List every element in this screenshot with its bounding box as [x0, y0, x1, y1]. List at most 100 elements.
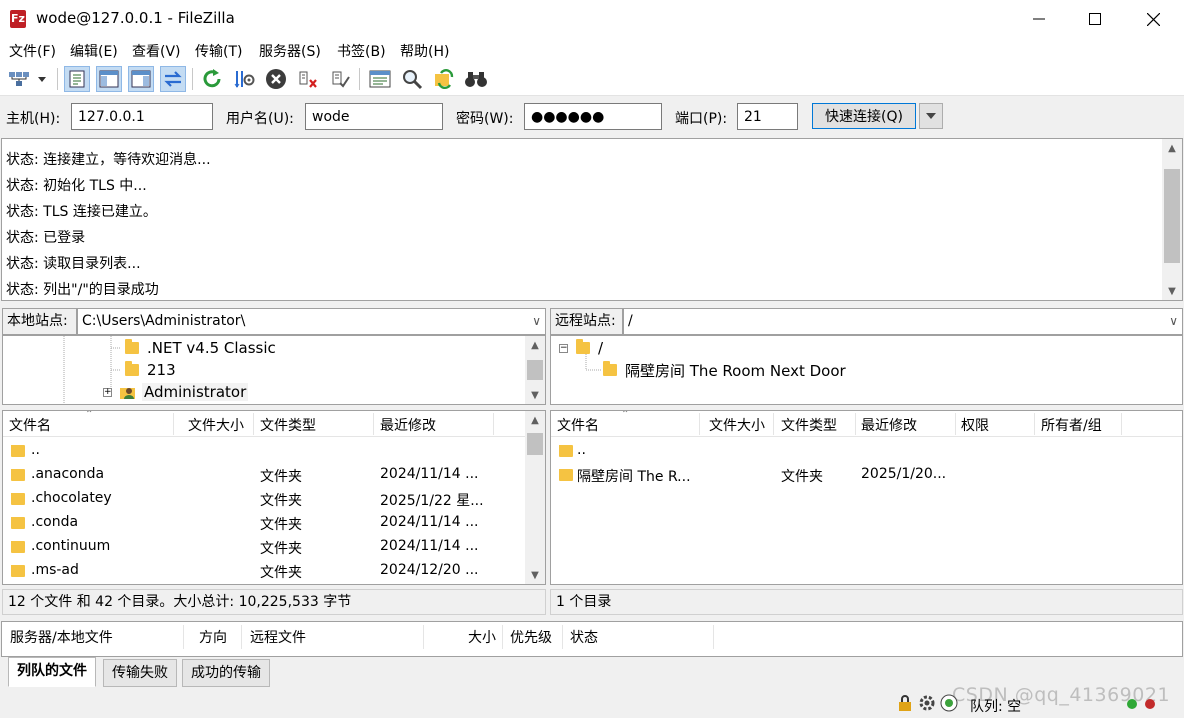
- tree-item-root[interactable]: − /: [559, 338, 603, 358]
- menu-transfer[interactable]: 传输(T): [195, 41, 242, 61]
- tab-failed-transfers[interactable]: 传输失败: [103, 659, 177, 687]
- quickconnect-button[interactable]: 快速连接(Q): [812, 103, 916, 129]
- queue-column-local-file[interactable]: 服务器/本地文件: [10, 627, 113, 647]
- expand-icon[interactable]: +: [103, 387, 112, 397]
- scroll-up-icon[interactable]: ▲: [525, 336, 545, 354]
- chevron-down-icon[interactable]: ∨: [532, 309, 541, 334]
- local-tree-icon: [99, 70, 119, 88]
- table-row[interactable]: .anaconda 文件夹 2024/11/14 ...: [3, 463, 545, 487]
- remote-summary: 1 个目录: [550, 589, 1183, 615]
- local-directory-tree[interactable]: .NET v4.5 Classic 213 + Administrator ▲ …: [2, 335, 546, 405]
- toggle-remote-tree-button[interactable]: [128, 66, 154, 92]
- tree-item[interactable]: 隔壁房间 The Room Next Door: [603, 360, 846, 380]
- tab-queued-files[interactable]: 列队的文件: [8, 657, 96, 687]
- remote-directory-tree[interactable]: − / 隔壁房间 The Room Next Door: [550, 335, 1183, 405]
- column-filename[interactable]: 文件名: [557, 415, 599, 435]
- minimize-button[interactable]: [1016, 0, 1062, 38]
- maximize-button[interactable]: [1072, 0, 1118, 38]
- scroll-up-icon[interactable]: ▲: [525, 411, 545, 429]
- table-row[interactable]: ..: [3, 439, 545, 463]
- process-queue-button[interactable]: [231, 66, 257, 92]
- menu-edit[interactable]: 编辑(E): [70, 41, 118, 61]
- scroll-thumb[interactable]: [1164, 169, 1180, 263]
- speed-limit-icon[interactable]: [940, 694, 958, 712]
- toggle-local-tree-button[interactable]: [96, 66, 122, 92]
- table-row[interactable]: .conda 文件夹 2024/11/14 ...: [3, 511, 545, 535]
- password-input[interactable]: [524, 103, 662, 130]
- cancel-operation-button[interactable]: [263, 66, 289, 92]
- log-line: 状态: 读取目录列表...: [6, 256, 141, 272]
- settings-gear-icon[interactable]: [918, 694, 936, 712]
- queue-column-size[interactable]: 大小: [468, 627, 496, 647]
- filter-list-icon: [369, 70, 391, 88]
- table-row[interactable]: .continuum 文件夹 2024/11/14 ...: [3, 535, 545, 559]
- tab-successful-transfers[interactable]: 成功的传输: [182, 659, 270, 687]
- queue-column-remote-file[interactable]: 远程文件: [250, 627, 306, 647]
- folder-icon: [125, 361, 139, 376]
- column-owner-group[interactable]: 所有者/组: [1041, 415, 1102, 435]
- find-files-button[interactable]: [463, 66, 489, 92]
- table-row[interactable]: .ms-ad 文件夹 2024/12/20 ...: [3, 559, 545, 583]
- local-path-combobox[interactable]: C:\Users\Administrator\ ∨: [77, 308, 546, 335]
- scroll-down-icon[interactable]: ▼: [1162, 282, 1182, 300]
- queue-column-status[interactable]: 状态: [570, 627, 598, 647]
- local-list-scrollbar[interactable]: ▲ ▼: [525, 411, 545, 584]
- search-remote-button[interactable]: [399, 66, 425, 92]
- remote-path-combobox[interactable]: / ∨: [623, 308, 1183, 335]
- reconnect-button[interactable]: [327, 66, 353, 92]
- refresh-button[interactable]: [199, 66, 225, 92]
- toggle-log-button[interactable]: [64, 66, 90, 92]
- column-filename[interactable]: 文件名: [9, 415, 51, 435]
- sync-browsing-icon: [435, 69, 454, 90]
- tree-item[interactable]: 213: [125, 360, 176, 380]
- directory-listing-filters-button[interactable]: [367, 66, 393, 92]
- port-label: 端口(P):: [675, 111, 728, 127]
- queue-column-priority[interactable]: 优先级: [510, 627, 552, 647]
- table-row[interactable]: .chocolatey 文件夹 2025/1/22 星...: [3, 487, 545, 511]
- lock-icon[interactable]: [896, 694, 914, 712]
- quickconnect-bar: 主机(H): 用户名(U): 密码(W): 端口(P): 快速连接(Q): [0, 96, 1184, 136]
- quickconnect-history-dropdown[interactable]: [919, 103, 943, 129]
- column-filetype[interactable]: 文件类型: [260, 415, 316, 435]
- scroll-down-icon[interactable]: ▼: [525, 386, 545, 404]
- site-manager-dropdown[interactable]: [34, 66, 50, 92]
- host-label: 主机(H):: [6, 111, 61, 127]
- menu-bookmarks[interactable]: 书签(B): [337, 41, 386, 61]
- tree-item-selected[interactable]: + Administrator: [103, 382, 249, 402]
- queue-column-direction[interactable]: 方向: [199, 627, 227, 647]
- table-row[interactable]: ..: [551, 439, 1182, 463]
- toggle-queue-button[interactable]: [160, 66, 186, 92]
- column-filetype[interactable]: 文件类型: [781, 415, 837, 435]
- column-modified[interactable]: 最近修改: [380, 415, 436, 435]
- log-scrollbar[interactable]: ▲ ▼: [1162, 139, 1182, 300]
- username-input[interactable]: [305, 103, 443, 130]
- menu-file[interactable]: 文件(F): [9, 41, 56, 61]
- host-input[interactable]: [71, 103, 213, 130]
- column-permissions[interactable]: 权限: [961, 415, 989, 435]
- local-tree-scrollbar[interactable]: ▲ ▼: [525, 336, 545, 404]
- local-file-list[interactable]: ⌃ 文件名 文件大小 文件类型 最近修改 .. .anaconda 文件夹 20…: [2, 410, 546, 585]
- column-filesize[interactable]: 文件大小: [709, 415, 765, 435]
- table-row[interactable]: 隔壁房间 The R... 文件夹 2025/1/20...: [551, 463, 1182, 487]
- remote-file-list[interactable]: ⌃ 文件名 文件大小 文件类型 最近修改 权限 所有者/组 .. 隔壁房间 Th…: [550, 410, 1183, 585]
- column-modified[interactable]: 最近修改: [861, 415, 917, 435]
- column-filesize[interactable]: 文件大小: [188, 415, 244, 435]
- menu-view[interactable]: 查看(V): [132, 41, 181, 61]
- scroll-down-icon[interactable]: ▼: [525, 566, 545, 584]
- transfer-queue[interactable]: 服务器/本地文件 方向 远程文件 大小 优先级 状态: [1, 621, 1183, 657]
- port-input[interactable]: [737, 103, 798, 130]
- chevron-down-icon[interactable]: ∨: [1169, 309, 1178, 334]
- queue-status: 队列: 空: [970, 699, 1022, 715]
- scroll-thumb[interactable]: [527, 433, 543, 455]
- tree-item[interactable]: .NET v4.5 Classic: [125, 338, 276, 358]
- scroll-up-icon[interactable]: ▲: [1162, 139, 1182, 157]
- menu-server[interactable]: 服务器(S): [259, 41, 321, 61]
- menu-help[interactable]: 帮助(H): [400, 41, 449, 61]
- close-button[interactable]: [1130, 0, 1176, 38]
- message-log[interactable]: 状态: 连接建立，等待欢迎消息... 状态: 初始化 TLS 中... 状态: …: [1, 138, 1183, 301]
- scroll-thumb[interactable]: [527, 360, 543, 380]
- synchronized-browsing-button[interactable]: [431, 66, 457, 92]
- collapse-icon[interactable]: −: [559, 343, 568, 353]
- site-manager-button[interactable]: [6, 66, 32, 92]
- disconnect-button[interactable]: [295, 66, 321, 92]
